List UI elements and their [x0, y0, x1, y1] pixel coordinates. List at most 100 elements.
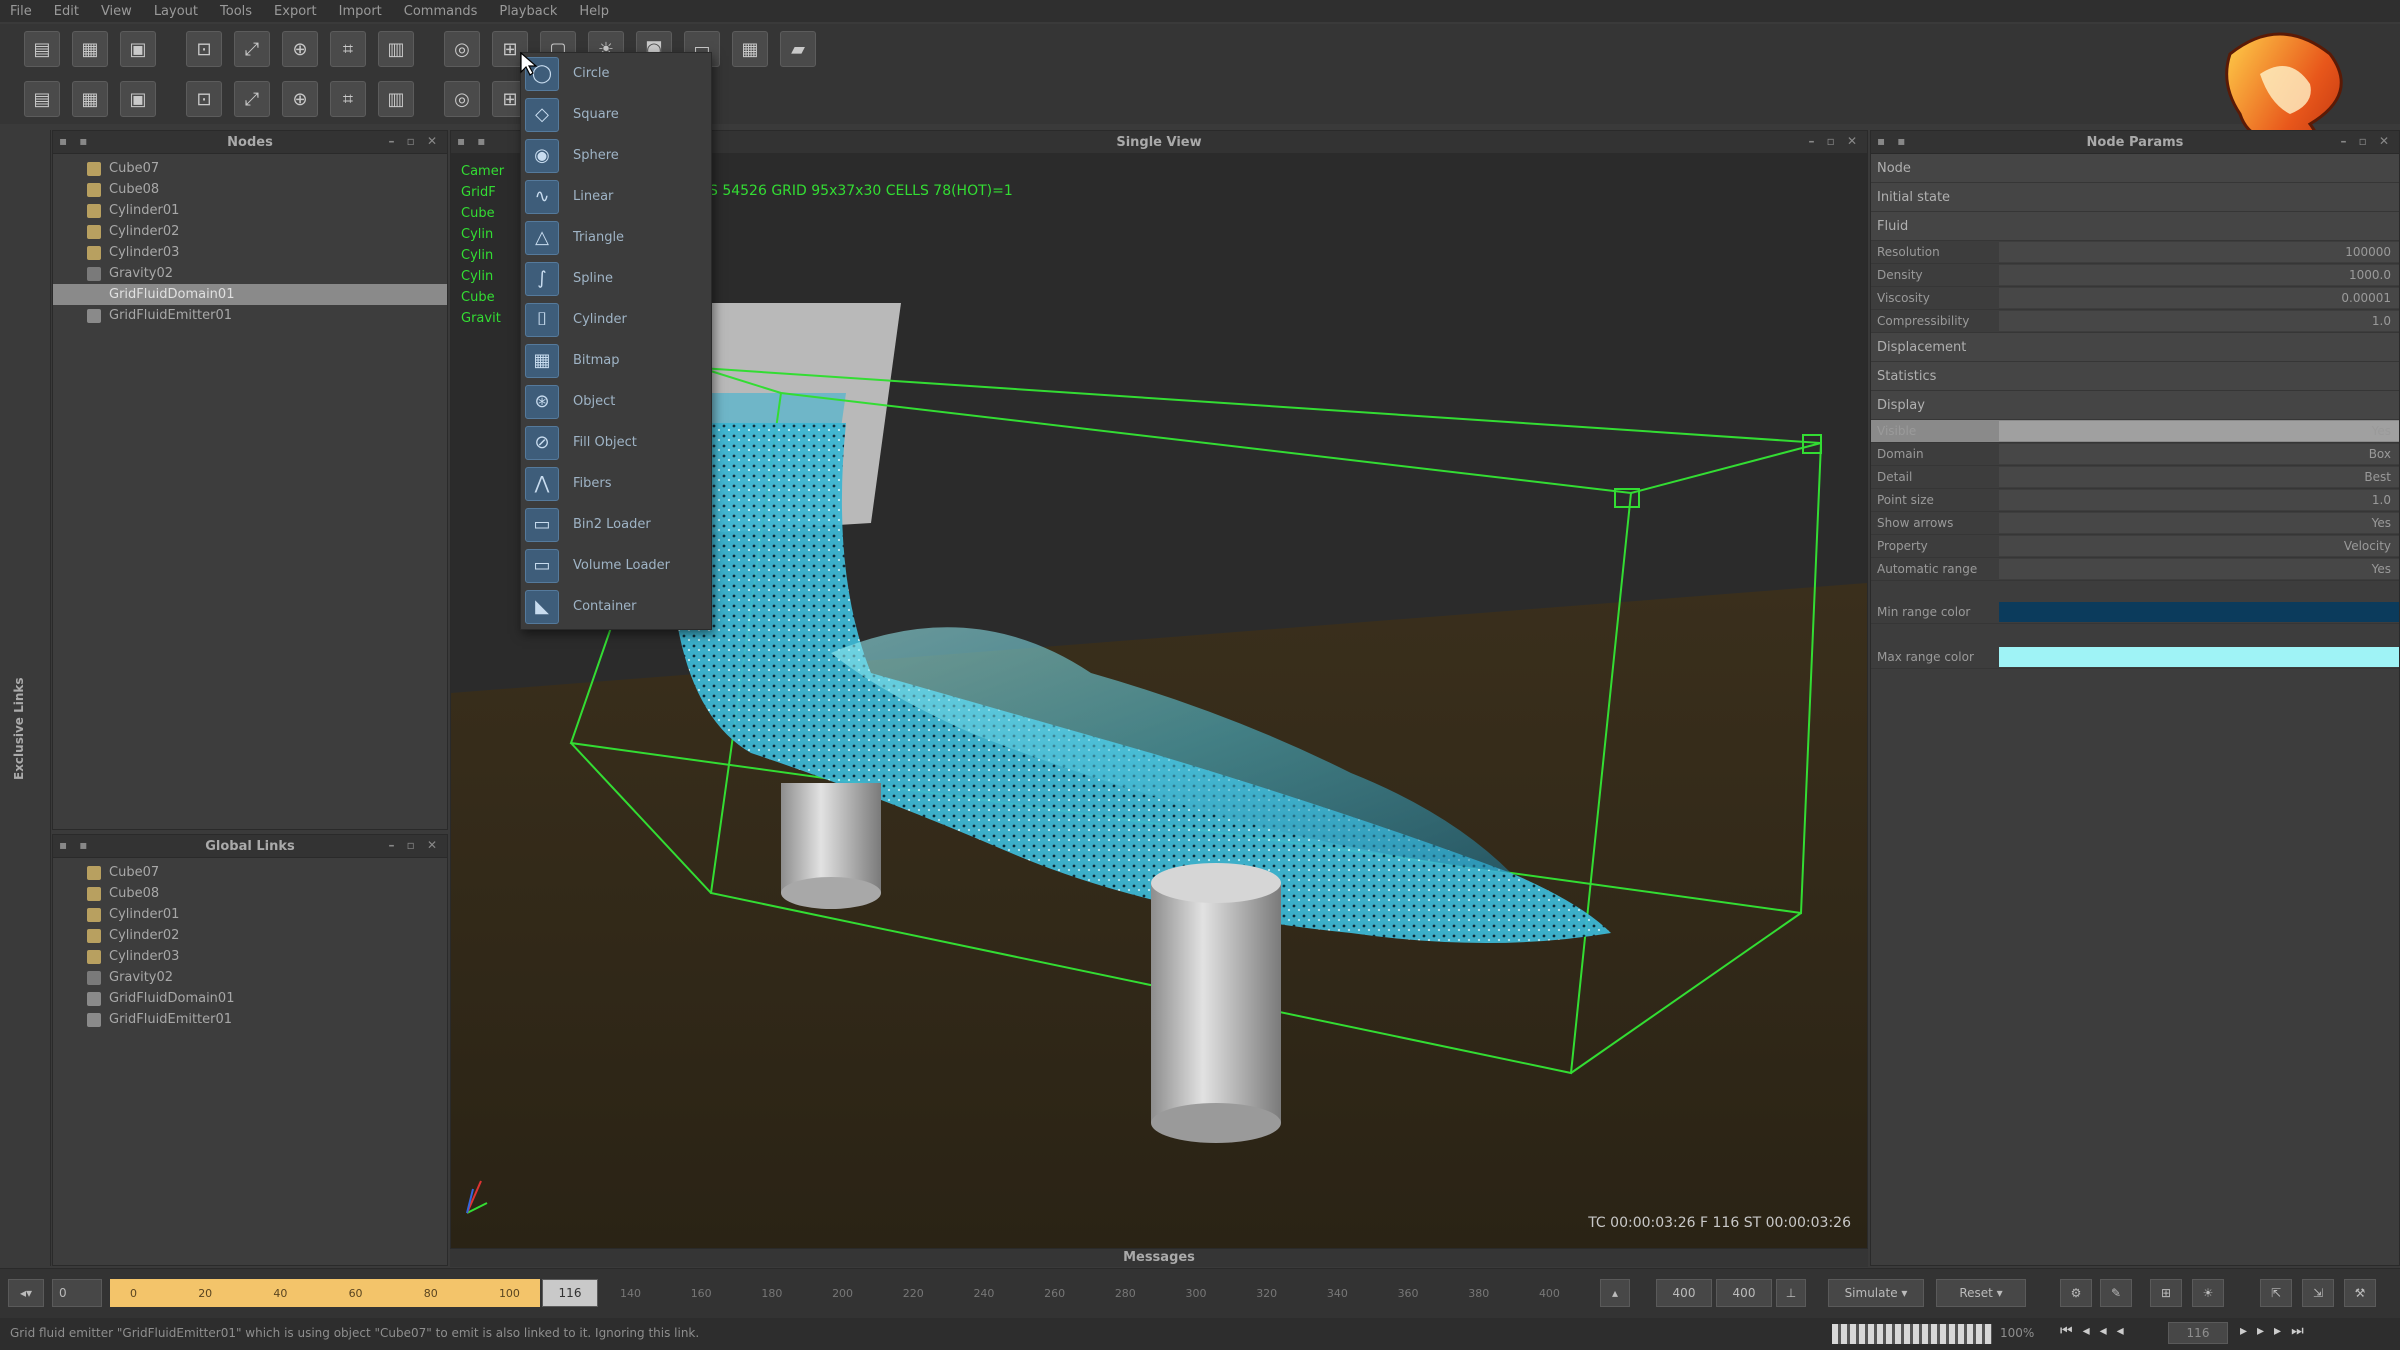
menu-playback[interactable]: Playback: [499, 4, 557, 19]
fit-icon[interactable]: ⊡: [186, 31, 222, 67]
tree-item[interactable]: GridFluidEmitter01: [53, 305, 447, 326]
simulate-mode-select[interactable]: Simulate ▾: [1828, 1279, 1924, 1307]
current-frame-field[interactable]: 0: [52, 1279, 102, 1307]
tree-item[interactable]: Cylinder01: [53, 200, 447, 221]
timeline-inactive-ticks[interactable]: 140 160 180 200 220 240 260 280 300 320 340 360 380 4…: [600, 1279, 1580, 1307]
script-icon[interactable]: ⌗: [330, 81, 366, 117]
menu-item-circle[interactable]: ◯ Circle: [521, 53, 711, 94]
range-end-field[interactable]: 400: [1716, 1279, 1772, 1307]
param-value[interactable]: Best: [1999, 467, 2399, 487]
menu-item-bitmap[interactable]: ▦ Bitmap: [521, 340, 711, 381]
layers-icon[interactable]: ⤢: [234, 81, 270, 117]
panel-controls-icon[interactable]: – ▫ ✕: [388, 838, 441, 852]
menu-item-bin2-loader[interactable]: ▭ Bin2 Loader: [521, 504, 711, 545]
messages-bar[interactable]: Messages: [450, 1248, 1868, 1267]
menu-item-triangle[interactable]: △ Triangle: [521, 217, 711, 258]
menu-item-spline[interactable]: ∫ Spline: [521, 258, 711, 299]
link-icon[interactable]: ◎: [444, 81, 480, 117]
playback-controls[interactable]: ⏮◂◂◂: [2060, 1323, 2134, 1339]
menu-item-fibers[interactable]: ⋀ Fibers: [521, 463, 711, 504]
param-section[interactable]: Display: [1871, 391, 2399, 420]
menu-item-container[interactable]: ◣ Container: [521, 586, 711, 627]
tree-item[interactable]: Cube08: [53, 883, 447, 904]
tree-item[interactable]: Cylinder03: [53, 242, 447, 263]
menu-help[interactable]: Help: [579, 4, 609, 19]
tree-item[interactable]: Gravity02: [53, 263, 447, 284]
tree-item[interactable]: Cylinder01: [53, 904, 447, 925]
panel-pin-icon[interactable]: ▪ ▪: [457, 134, 489, 148]
save-icon[interactable]: ▣: [120, 31, 156, 67]
layout-icon[interactable]: ▥: [378, 31, 414, 67]
render-icon[interactable]: ◎: [444, 31, 480, 67]
param-section[interactable]: Node: [1871, 154, 2399, 183]
light-icon[interactable]: ☀: [2192, 1279, 2224, 1307]
param-section[interactable]: Fluid: [1871, 212, 2399, 241]
menu-item-linear[interactable]: ∿ Linear: [521, 176, 711, 217]
param-section[interactable]: Statistics: [1871, 362, 2399, 391]
param-section[interactable]: Displacement: [1871, 333, 2399, 362]
menu-layout[interactable]: Layout: [154, 4, 198, 19]
tree-item[interactable]: Cylinder02: [53, 925, 447, 946]
param-value[interactable]: Box: [1999, 444, 2399, 464]
expand-icon[interactable]: ⤢: [234, 31, 270, 67]
menu-commands[interactable]: Commands: [404, 4, 478, 19]
settings-icon[interactable]: ⚒: [2344, 1279, 2376, 1307]
min-range-color-swatch[interactable]: [1999, 602, 2399, 622]
playback-forward-controls[interactable]: ▸▸▸⏭: [2240, 1323, 2314, 1339]
param-value[interactable]: 100000: [1999, 242, 2399, 262]
wireframe-icon[interactable]: ⊡: [186, 81, 222, 117]
panel-pin-icon[interactable]: ▪ ▪: [59, 134, 91, 148]
param-value[interactable]: Yes: [1999, 559, 2399, 579]
node-graph-icon[interactable]: ⊞: [2150, 1279, 2182, 1307]
simulate-icon[interactable]: ⚙: [2060, 1279, 2092, 1307]
max-range-color-swatch[interactable]: [1999, 647, 2399, 667]
zoom-icon[interactable]: ⊕: [282, 31, 318, 67]
param-value[interactable]: Velocity: [1999, 536, 2399, 556]
tree-item[interactable]: GridFluidEmitter01: [53, 1009, 447, 1030]
export-icon[interactable]: ⇱: [2260, 1279, 2292, 1307]
tree-item[interactable]: Cylinder02: [53, 221, 447, 242]
range-lock-icon[interactable]: ⊥: [1776, 1279, 1806, 1307]
graph-icon[interactable]: ⌗: [330, 31, 366, 67]
reset-select[interactable]: Reset ▾: [1936, 1279, 2026, 1307]
tree-item[interactable]: Gravity02: [53, 967, 447, 988]
box-icon[interactable]: ▣: [120, 81, 156, 117]
brush-icon[interactable]: ✎: [2100, 1279, 2132, 1307]
open-file-icon[interactable]: ▦: [72, 31, 108, 67]
panel-pin-icon[interactable]: ▪ ▪: [1877, 134, 1909, 148]
play-back-icon[interactable]: ◂▾: [8, 1279, 44, 1307]
node-icon[interactable]: ⊕: [282, 81, 318, 117]
plane-icon[interactable]: ▦: [72, 81, 108, 117]
param-value[interactable]: 0.00001: [1999, 288, 2399, 308]
menu-export[interactable]: Export: [274, 4, 317, 19]
tree-item[interactable]: Cube07: [53, 158, 447, 179]
keyframe-icon[interactable]: ▴: [1600, 1279, 1630, 1307]
tree-item[interactable]: GridFluidDomain01: [53, 284, 447, 305]
panel-pin-icon[interactable]: ▪ ▪: [59, 838, 91, 852]
param-value[interactable]: 1000.0: [1999, 265, 2399, 285]
cube-icon[interactable]: ▤: [24, 81, 60, 117]
param-value[interactable]: Yes: [1999, 421, 2399, 441]
menu-import[interactable]: Import: [339, 4, 382, 19]
folder-icon[interactable]: ▰: [780, 31, 816, 67]
range-start-field[interactable]: 400: [1656, 1279, 1712, 1307]
menu-tools[interactable]: Tools: [220, 4, 252, 19]
param-value[interactable]: Yes: [1999, 513, 2399, 533]
menu-item-volume-loader[interactable]: ▭ Volume Loader: [521, 545, 711, 586]
exclusive-links-tab[interactable]: Exclusive Links: [12, 677, 26, 780]
menu-item-cylinder[interactable]: ⌷ Cylinder: [521, 299, 711, 340]
tree-item[interactable]: GridFluidDomain01: [53, 988, 447, 1009]
new-file-icon[interactable]: ▤: [24, 31, 60, 67]
menu-item-object[interactable]: ⊛ Object: [521, 381, 711, 422]
menu-item-fill-object[interactable]: ⊘ Fill Object: [521, 422, 711, 463]
frame-field[interactable]: 116: [2168, 1322, 2228, 1344]
panel-controls-icon[interactable]: – ▫ ✕: [1808, 134, 1861, 148]
tree-item[interactable]: Cube08: [53, 179, 447, 200]
menu-view[interactable]: View: [101, 4, 132, 19]
panel-controls-icon[interactable]: – ▫ ✕: [388, 134, 441, 148]
menu-file[interactable]: File: [10, 4, 32, 19]
param-section[interactable]: Initial state: [1871, 183, 2399, 212]
panel-controls-icon[interactable]: – ▫ ✕: [2340, 134, 2393, 148]
end-frame-field[interactable]: 116: [542, 1279, 598, 1307]
import-icon[interactable]: ⇲: [2302, 1279, 2334, 1307]
